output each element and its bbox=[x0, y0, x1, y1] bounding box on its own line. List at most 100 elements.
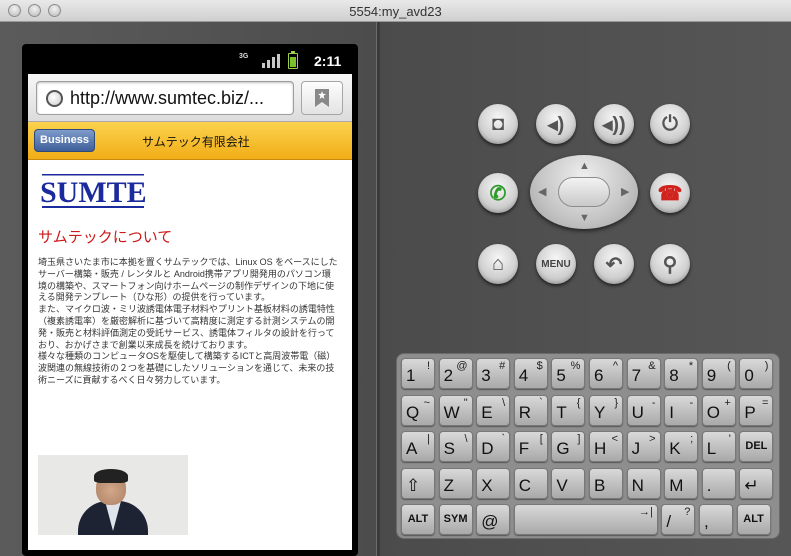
home-icon: ⌂ bbox=[491, 252, 505, 275]
key-j[interactable]: J > bbox=[626, 431, 661, 463]
search-icon: ⚲ bbox=[662, 253, 678, 276]
key-0[interactable]: 0) bbox=[739, 358, 774, 389]
end-call-button[interactable]: ☎ bbox=[650, 173, 690, 213]
volume-up-icon: ◂)) bbox=[602, 113, 626, 136]
key-t[interactable]: T{ bbox=[551, 394, 586, 426]
key-space[interactable]: →| bbox=[513, 504, 658, 536]
about-heading: サムテックについて bbox=[38, 229, 173, 246]
business-button[interactable]: Business bbox=[34, 129, 95, 152]
key-y[interactable]: Y} bbox=[589, 394, 623, 426]
window-titlebar: 5554:my_avd23 bbox=[0, 0, 791, 22]
status-clock: 2:11 bbox=[314, 53, 342, 69]
key-4[interactable]: 4 $ bbox=[513, 358, 548, 389]
url-text: http://www.sumtec.biz/... bbox=[70, 88, 265, 108]
key-r[interactable]: R ` bbox=[513, 394, 548, 426]
svg-text:SUMTEC: SUMTEC bbox=[40, 176, 148, 209]
key-a[interactable]: A | bbox=[401, 431, 435, 463]
power-button[interactable]: ⏻ bbox=[650, 104, 690, 144]
company-name: サムテック有限会社 bbox=[142, 135, 250, 149]
key-comma[interactable]: , bbox=[699, 504, 733, 536]
key-g[interactable]: G] bbox=[551, 431, 586, 463]
site-header: Business サムテック有限会社 bbox=[28, 122, 352, 160]
dpad[interactable]: ▲ ▼ ◀ ▶ bbox=[530, 155, 638, 229]
key-k[interactable]: K; bbox=[664, 431, 699, 463]
key-i[interactable]: I- bbox=[664, 394, 699, 426]
key-q[interactable]: Q ~ bbox=[401, 394, 435, 426]
dpad-up-icon[interactable]: ▲ bbox=[579, 160, 590, 172]
key-p[interactable]: P = bbox=[739, 394, 774, 426]
key-1[interactable]: 1! bbox=[401, 358, 435, 389]
status-bar: 3G 2:11 bbox=[28, 50, 352, 74]
about-paragraph: 様々な種類のコンピュータOSを駆使して構築するICTと高周波帯電（磁）波関連の無… bbox=[38, 351, 336, 385]
key-alt-left[interactable]: ALT bbox=[401, 504, 435, 536]
camera-button[interactable]: ◘ bbox=[478, 104, 518, 144]
browser-screen: http://www.sumtec.biz/... Business サムテック… bbox=[28, 74, 352, 550]
key-n[interactable]: N bbox=[626, 467, 661, 499]
power-icon: ⏻ bbox=[662, 112, 678, 135]
dpad-left-icon[interactable]: ◀ bbox=[538, 185, 546, 198]
key-z[interactable]: Z bbox=[438, 467, 473, 499]
end-call-icon: ☎ bbox=[657, 182, 683, 205]
camera-icon: ◘ bbox=[491, 112, 505, 135]
network-3g-icon: 3G bbox=[239, 53, 249, 60]
page-content: SUMTEC サムテックについて 埼玉県さいたま市に本拠を置くサムテックでは、L… bbox=[28, 160, 352, 550]
key-b[interactable]: B bbox=[589, 467, 623, 499]
device-pane: 3G 2:11 http://www.sumtec.biz/... Busine… bbox=[0, 22, 378, 556]
window-title: 5554:my_avd23 bbox=[349, 4, 442, 19]
key-8[interactable]: 8 * bbox=[664, 358, 699, 389]
key-f[interactable]: F[ bbox=[513, 431, 548, 463]
menu-label: MENU bbox=[541, 258, 571, 270]
key-shift[interactable]: ⇧ bbox=[401, 467, 435, 499]
phone-call-icon: ✆ bbox=[489, 182, 507, 205]
key-7[interactable]: 7 & bbox=[626, 358, 661, 389]
url-field[interactable]: http://www.sumtec.biz/... bbox=[36, 81, 294, 115]
key-slash[interactable]: /? bbox=[661, 504, 696, 536]
sumtec-logo[interactable]: SUMTEC bbox=[38, 170, 148, 212]
key-period[interactable]: . bbox=[701, 467, 736, 499]
dpad-center-button[interactable] bbox=[558, 177, 610, 207]
dpad-right-icon[interactable]: ▶ bbox=[621, 185, 629, 198]
key-2[interactable]: 2 @ bbox=[438, 358, 473, 389]
key-9[interactable]: 9( bbox=[701, 358, 736, 389]
key-alt-right[interactable]: ALT bbox=[736, 504, 771, 536]
key-o[interactable]: O + bbox=[701, 394, 736, 426]
key-6[interactable]: 6 ^ bbox=[589, 358, 623, 389]
volume-down-icon: ◂) bbox=[547, 113, 565, 136]
key-d[interactable]: D ` bbox=[476, 431, 511, 463]
hardware-keyboard: 1! 2 @3 #4 $5% 6 ^ 7 & 8 * 9(0) Q ~ W " E \ R ` T{Y} U - I - O + P =… bbox=[396, 353, 780, 539]
key-x[interactable]: X bbox=[476, 467, 511, 499]
key-v[interactable]: V bbox=[551, 467, 586, 499]
key-e[interactable]: E \ bbox=[476, 394, 511, 426]
home-button[interactable]: ⌂ bbox=[478, 244, 518, 284]
key-h[interactable]: H < bbox=[589, 431, 623, 463]
about-paragraph: また、マイクロ波・ミリ波誘電体電子材料やプリント基板材料の誘電特性（複素誘電率）… bbox=[38, 304, 335, 350]
device-frame: 3G 2:11 http://www.sumtec.biz/... Busine… bbox=[22, 44, 358, 556]
key-5[interactable]: 5% bbox=[551, 358, 586, 389]
key-c[interactable]: C bbox=[513, 467, 548, 499]
bookmark-button[interactable] bbox=[301, 81, 343, 115]
call-button[interactable]: ✆ bbox=[478, 173, 518, 213]
search-button[interactable]: ⚲ bbox=[650, 244, 690, 284]
back-button[interactable]: ↶ bbox=[594, 244, 634, 284]
browser-url-bar: http://www.sumtec.biz/... bbox=[28, 74, 352, 122]
key-sym[interactable]: SYM bbox=[438, 504, 473, 536]
about-paragraph: 埼玉県さいたま市に本拠を置くサムテックでは、Linux OS をベースにしたサー… bbox=[38, 257, 338, 303]
battery-icon bbox=[288, 51, 298, 69]
volume-up-button[interactable]: ◂)) bbox=[594, 104, 634, 144]
globe-icon bbox=[46, 90, 63, 107]
about-text: 埼玉県さいたま市に本拠を置くサムテックでは、Linux OS をベースにしたサー… bbox=[38, 257, 338, 387]
dpad-down-icon[interactable]: ▼ bbox=[579, 212, 590, 224]
menu-button[interactable]: MENU bbox=[536, 244, 576, 284]
volume-down-button[interactable]: ◂) bbox=[536, 104, 576, 144]
key-enter[interactable]: ↵ bbox=[739, 467, 774, 499]
portrait-photo bbox=[38, 455, 188, 535]
key-3[interactable]: 3 # bbox=[476, 358, 511, 389]
key-at[interactable]: @ bbox=[476, 504, 511, 536]
key-u[interactable]: U- bbox=[626, 394, 661, 426]
key-m[interactable]: M bbox=[664, 467, 699, 499]
key-w[interactable]: W " bbox=[438, 394, 473, 426]
key-l[interactable]: L ' bbox=[701, 431, 736, 463]
key-del[interactable]: DEL bbox=[739, 431, 774, 463]
key-s[interactable]: S \ bbox=[438, 431, 473, 463]
signal-strength-icon bbox=[262, 54, 280, 68]
